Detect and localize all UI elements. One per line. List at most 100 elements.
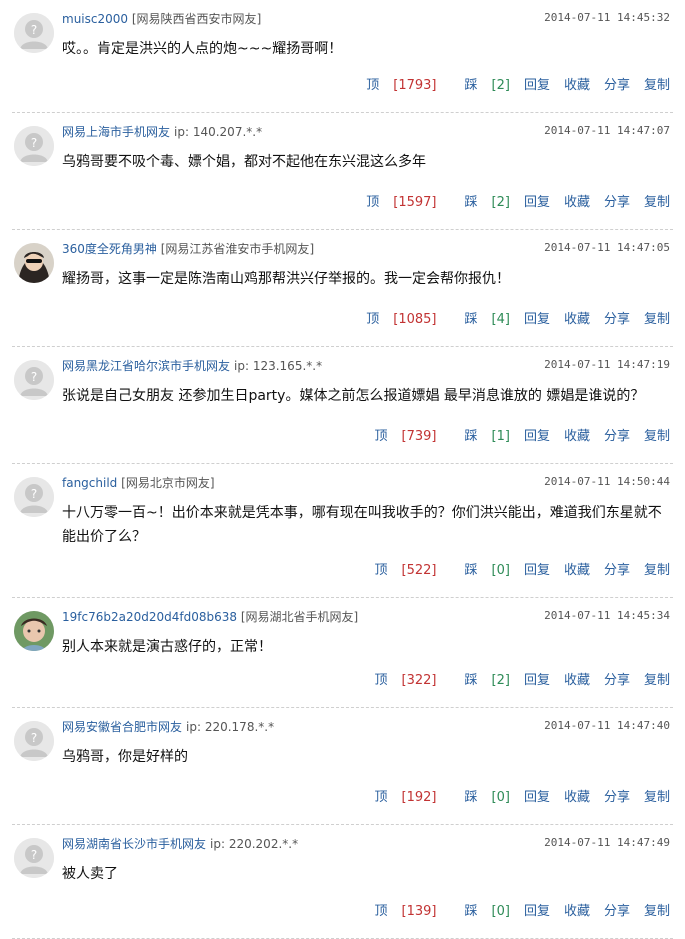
- comment-item: 360度全死角男神 网易江苏省淮安市手机网友 2014-07-11 14:47:0…: [0, 230, 685, 347]
- comment-time: 2014-07-11 14:50:44: [544, 475, 670, 488]
- downvote-button[interactable]: 踩 [2]: [451, 78, 510, 93]
- username-link[interactable]: 网易上海市手机网友: [62, 125, 170, 139]
- upvote-button[interactable]: 顶 [739]: [361, 429, 437, 444]
- comment-text: 乌鸦哥，你是好样的: [62, 749, 188, 765]
- copy-button[interactable]: 复制: [644, 429, 670, 444]
- share-button[interactable]: 分享: [604, 790, 630, 805]
- favorite-button[interactable]: 收藏: [564, 904, 590, 919]
- favorite-button[interactable]: 收藏: [564, 790, 590, 805]
- reply-button[interactable]: 回复: [524, 78, 550, 93]
- avatar[interactable]: [14, 243, 54, 283]
- reply-button[interactable]: 回复: [524, 790, 550, 805]
- comment-meta: muisc2000 网易陕西省西安市网友: [62, 11, 261, 27]
- comment-meta: 网易黑龙江省哈尔滨市手机网友 ip: 123.165.*.*: [62, 358, 322, 374]
- comment-text: 耀扬哥，这事一定是陈浩南山鸡那帮洪兴仔举报的。我一定会帮你报仇！: [62, 271, 510, 287]
- downvote-button[interactable]: 踩 [0]: [451, 563, 510, 578]
- downvote-label: 踩: [464, 790, 478, 805]
- reply-button[interactable]: 回复: [524, 563, 550, 578]
- copy-button[interactable]: 复制: [644, 78, 670, 93]
- comment-time: 2014-07-11 14:47:07: [544, 124, 670, 137]
- share-button[interactable]: 分享: [604, 312, 630, 327]
- copy-button[interactable]: 复制: [644, 904, 670, 919]
- username-link[interactable]: 网易湖南省长沙市手机网友: [62, 837, 206, 851]
- favorite-button[interactable]: 收藏: [564, 563, 590, 578]
- comment-actions: 顶 [322] 踩 [2] 回复 收藏 分享 复制: [347, 673, 670, 689]
- upvote-label: 顶: [374, 904, 388, 919]
- downvote-button[interactable]: 踩 [4]: [451, 312, 510, 327]
- downvote-label: 踩: [464, 78, 478, 93]
- user-ip: ip: 123.165.*.*: [234, 359, 323, 373]
- upvote-button[interactable]: 顶 [192]: [361, 790, 437, 805]
- upvote-button[interactable]: 顶 [522]: [361, 563, 437, 578]
- favorite-button[interactable]: 收藏: [564, 78, 590, 93]
- copy-button[interactable]: 复制: [644, 312, 670, 327]
- comment-meta: fangchild 网易北京市网友: [62, 475, 215, 491]
- downvote-button[interactable]: 踩 [0]: [451, 790, 510, 805]
- upvote-count: [739]: [401, 429, 437, 444]
- favorite-button[interactable]: 收藏: [564, 312, 590, 327]
- upvote-count: [1793]: [393, 78, 437, 93]
- comment-text: 哎。。肯定是洪兴的人点的炮~~~耀扬哥啊！: [62, 41, 343, 57]
- avatar[interactable]: ?: [14, 838, 54, 878]
- username-link[interactable]: 19fc76b2a20d20d4fd08b638: [62, 610, 237, 624]
- upvote-button[interactable]: 顶 [1085]: [352, 312, 436, 327]
- comment-meta: 网易安徽省合肥市网友 ip: 220.178.*.*: [62, 719, 274, 735]
- reply-button[interactable]: 回复: [524, 673, 550, 688]
- copy-button[interactable]: 复制: [644, 195, 670, 210]
- downvote-button[interactable]: 踩 [0]: [451, 904, 510, 919]
- comment-actions: 顶 [739] 踩 [1] 回复 收藏 分享 复制: [347, 429, 670, 445]
- downvote-count: [1]: [491, 429, 510, 444]
- share-button[interactable]: 分享: [604, 563, 630, 578]
- avatar[interactable]: ?: [14, 721, 54, 761]
- favorite-button[interactable]: 收藏: [564, 195, 590, 210]
- comment-text: 十八万零一百~！出价本来就是凭本事，哪有现在叫我收手的？你们洪兴能出，难道我们东…: [62, 505, 662, 545]
- comment-text: 张说是自己女朋友 还参加生日party。媒体之前怎么报道嫖娼 最早消息谁放的 嫖…: [62, 388, 645, 404]
- username-link[interactable]: 网易黑龙江省哈尔滨市手机网友: [62, 359, 230, 373]
- comment-time: 2014-07-11 14:45:34: [544, 609, 670, 622]
- upvote-count: [1085]: [393, 312, 437, 327]
- avatar[interactable]: ?: [14, 360, 54, 400]
- avatar[interactable]: ?: [14, 126, 54, 166]
- upvote-label: 顶: [366, 195, 380, 210]
- upvote-button[interactable]: 顶 [1597]: [352, 195, 436, 210]
- username-link[interactable]: muisc2000: [62, 12, 128, 26]
- comment-text: 别人本来就是演古惑仔的，正常！: [62, 639, 272, 655]
- username-link[interactable]: 网易安徽省合肥市网友: [62, 720, 182, 734]
- comment-item: ? 网易黑龙江省哈尔滨市手机网友 ip: 123.165.*.* 2014-07-11…: [0, 347, 685, 464]
- share-button[interactable]: 分享: [604, 673, 630, 688]
- downvote-button[interactable]: 踩 [2]: [451, 673, 510, 688]
- share-button[interactable]: 分享: [604, 78, 630, 93]
- favorite-button[interactable]: 收藏: [564, 429, 590, 444]
- reply-button[interactable]: 回复: [524, 195, 550, 210]
- avatar[interactable]: [14, 611, 54, 651]
- share-button[interactable]: 分享: [604, 195, 630, 210]
- copy-button[interactable]: 复制: [644, 673, 670, 688]
- reply-button[interactable]: 回复: [524, 312, 550, 327]
- downvote-button[interactable]: 踩 [1]: [451, 429, 510, 444]
- comment-item: ? 网易上海市手机网友 ip: 140.207.*.* 2014-07-11 14:4…: [0, 113, 685, 230]
- downvote-count: [0]: [491, 563, 510, 578]
- share-button[interactable]: 分享: [604, 904, 630, 919]
- user-location: 网易湖北省手机网友: [241, 610, 358, 624]
- downvote-label: 踩: [464, 673, 478, 688]
- favorite-button[interactable]: 收藏: [564, 673, 590, 688]
- svg-text:?: ?: [31, 848, 37, 862]
- downvote-button[interactable]: 踩 [2]: [451, 195, 510, 210]
- avatar[interactable]: ?: [14, 477, 54, 517]
- avatar[interactable]: ?: [14, 13, 54, 53]
- username-link[interactable]: fangchild: [62, 476, 117, 490]
- upvote-button[interactable]: 顶 [322]: [361, 673, 437, 688]
- reply-button[interactable]: 回复: [524, 429, 550, 444]
- reply-button[interactable]: 回复: [524, 904, 550, 919]
- user-ip: ip: 140.207.*.*: [174, 125, 263, 139]
- upvote-button[interactable]: 顶 [1793]: [352, 78, 436, 93]
- share-button[interactable]: 分享: [604, 429, 630, 444]
- downvote-label: 踩: [464, 195, 478, 210]
- user-location: 网易北京市网友: [121, 476, 214, 490]
- comment-item: ? fangchild 网易北京市网友 2014-07-11 14:50:44 十八万…: [0, 464, 685, 598]
- upvote-button[interactable]: 顶 [139]: [361, 904, 437, 919]
- username-link[interactable]: 360度全死角男神: [62, 242, 157, 256]
- comment-actions: 顶 [192] 踩 [0] 回复 收藏 分享 复制: [347, 790, 670, 806]
- copy-button[interactable]: 复制: [644, 790, 670, 805]
- copy-button[interactable]: 复制: [644, 563, 670, 578]
